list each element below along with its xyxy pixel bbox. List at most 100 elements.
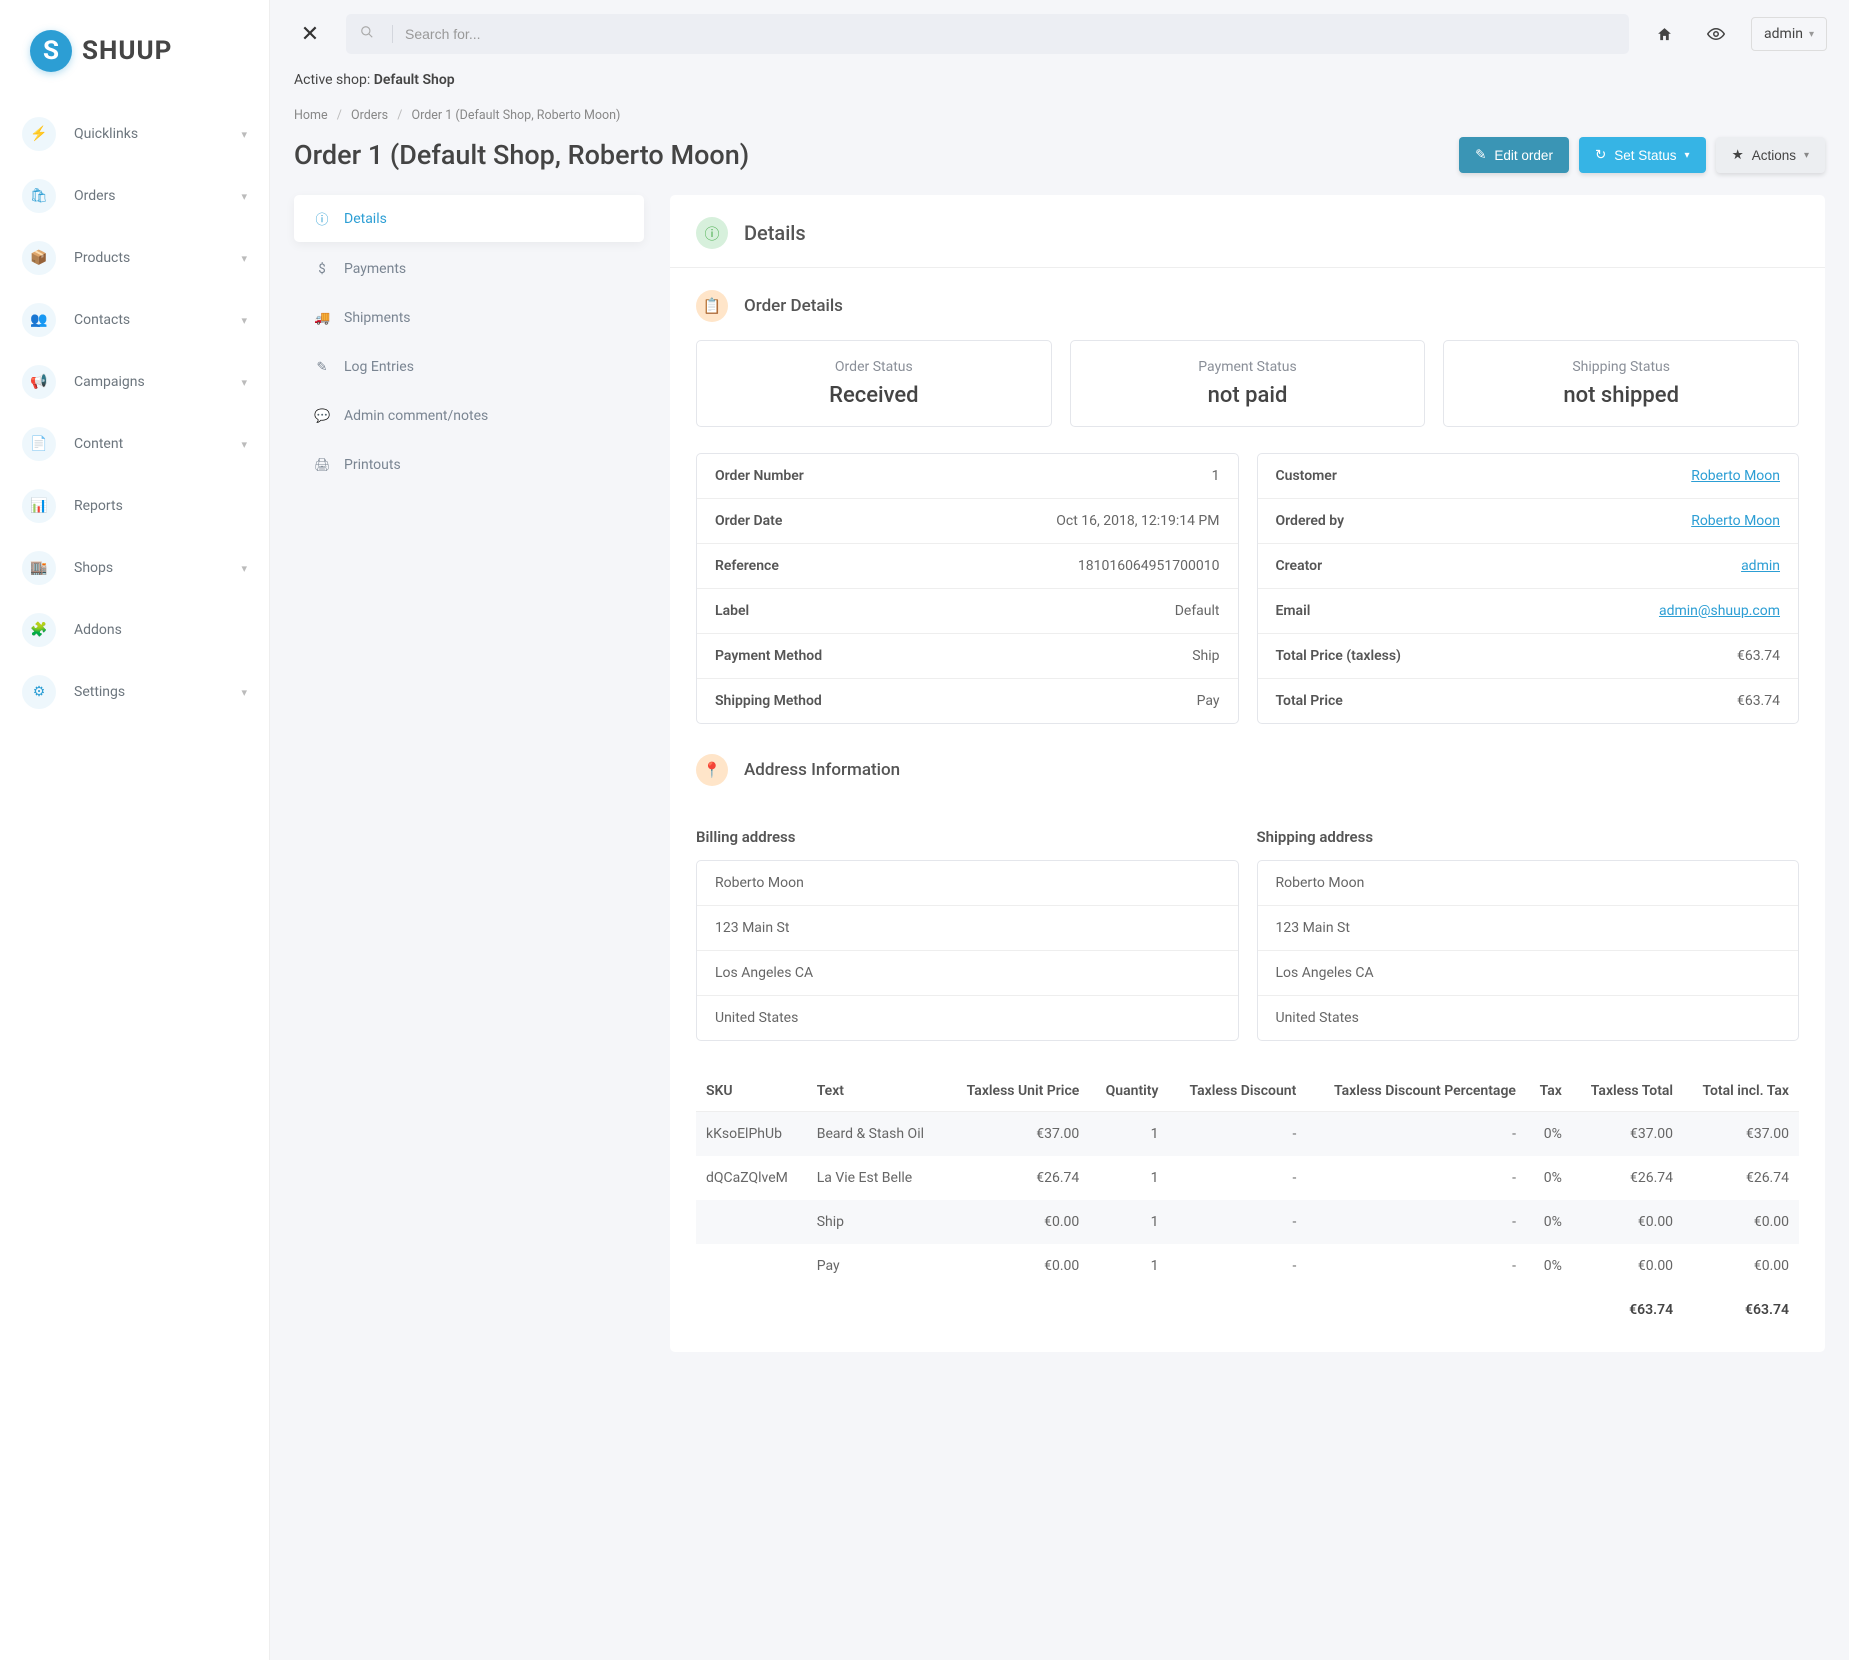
info-key: Shipping Method bbox=[715, 693, 822, 709]
status-card-payment: Payment Status not paid bbox=[1070, 340, 1426, 427]
col-disc: Taxless Discount bbox=[1168, 1071, 1306, 1112]
address-line: 123 Main St bbox=[1258, 906, 1799, 951]
dollar-icon: $ bbox=[314, 262, 330, 277]
sidebar: S SHUUP ⚡Quicklinks▾🛍Orders▾📦Products▾👥C… bbox=[0, 0, 270, 1660]
status-value: not paid bbox=[1089, 383, 1407, 408]
nav-list: ⚡Quicklinks▾🛍Orders▾📦Products▾👥Contacts▾… bbox=[0, 97, 269, 729]
info-val: €63.74 bbox=[1737, 693, 1780, 709]
status-row: Order Status Received Payment Status not… bbox=[696, 340, 1799, 427]
cell-disc: - bbox=[1168, 1200, 1306, 1244]
order-lines: SKU Text Taxless Unit Price Quantity Tax… bbox=[696, 1071, 1799, 1332]
sidebar-item-reports[interactable]: 📊Reports bbox=[0, 475, 269, 537]
topbar: ✕ admin ▾ bbox=[270, 0, 1849, 54]
logo-text: SHUUP bbox=[82, 36, 172, 66]
search-input[interactable] bbox=[405, 26, 1615, 42]
sidebar-item-settings[interactable]: ⚙Settings▾ bbox=[0, 661, 269, 723]
cell-sku: dQCaZQlveM bbox=[696, 1156, 807, 1200]
address-line: 123 Main St bbox=[697, 906, 1238, 951]
sidebar-item-quicklinks[interactable]: ⚡Quicklinks▾ bbox=[0, 103, 269, 165]
info-val: Pay bbox=[1197, 693, 1220, 709]
subnav-label: Log Entries bbox=[344, 359, 414, 375]
subnav-log-entries[interactable]: ✎ Log Entries bbox=[294, 345, 644, 389]
cell-pct: - bbox=[1306, 1200, 1526, 1244]
star-icon: ★ bbox=[1732, 147, 1744, 163]
nav-label: Shops bbox=[74, 560, 241, 576]
address-line: Roberto Moon bbox=[697, 861, 1238, 906]
creator-link[interactable]: admin bbox=[1741, 558, 1780, 574]
sidebar-item-products[interactable]: 📦Products▾ bbox=[0, 227, 269, 289]
home-icon[interactable] bbox=[1647, 17, 1681, 51]
nav-icon: 📄 bbox=[22, 427, 56, 461]
sidebar-item-shops[interactable]: 🏬Shops▾ bbox=[0, 537, 269, 599]
close-icon[interactable]: ✕ bbox=[292, 16, 328, 52]
subnav-label: Details bbox=[344, 211, 387, 227]
nav-icon: 📢 bbox=[22, 365, 56, 399]
cell-pct: - bbox=[1306, 1244, 1526, 1288]
details-panel: ⓘ Details 📋 Order Details Order Status R… bbox=[670, 195, 1825, 1352]
subnav-admin-notes[interactable]: 💬 Admin comment/notes bbox=[294, 394, 644, 438]
cell-text: Pay bbox=[807, 1244, 945, 1288]
cell-text: Ship bbox=[807, 1200, 945, 1244]
user-dropdown[interactable]: admin ▾ bbox=[1751, 17, 1827, 51]
sidebar-item-addons[interactable]: 🧩Addons bbox=[0, 599, 269, 661]
shipping-address-table: Roberto Moon123 Main StLos Angeles CAUni… bbox=[1257, 860, 1800, 1041]
col-text: Text bbox=[807, 1071, 945, 1112]
status-value: Received bbox=[715, 383, 1033, 408]
nav-icon: 👥 bbox=[22, 303, 56, 337]
pin-icon: 📍 bbox=[696, 754, 728, 786]
main: ✕ admin ▾ Active shop: Default Shop bbox=[270, 0, 1849, 1660]
chevron-down-icon: ▾ bbox=[241, 252, 247, 265]
subnav-shipments[interactable]: 🚚 Shipments bbox=[294, 296, 644, 340]
cell-sku bbox=[696, 1200, 807, 1244]
customer-link[interactable]: Roberto Moon bbox=[1691, 468, 1780, 484]
status-card-shipping: Shipping Status not shipped bbox=[1443, 340, 1799, 427]
section-subtitle: Order Details bbox=[744, 296, 843, 316]
nav-icon: ⚡ bbox=[22, 117, 56, 151]
info-key: Total Price (taxless) bbox=[1276, 648, 1401, 664]
crumb-home[interactable]: Home bbox=[294, 108, 328, 123]
subnav-printouts[interactable]: 🖨 Printouts bbox=[294, 443, 644, 487]
edit-order-button[interactable]: ✎ Edit order bbox=[1459, 137, 1569, 173]
page-actions: ✎ Edit order ↻ Set Status ▾ ★ Actions ▾ bbox=[1459, 137, 1825, 173]
sidebar-item-campaigns[interactable]: 📢Campaigns▾ bbox=[0, 351, 269, 413]
subnav-details[interactable]: ⓘ Details bbox=[294, 195, 644, 242]
info-val: Default bbox=[1175, 603, 1220, 619]
set-status-button[interactable]: ↻ Set Status ▾ bbox=[1579, 137, 1706, 173]
cell-sku bbox=[696, 1244, 807, 1288]
col-qty: Quantity bbox=[1089, 1071, 1168, 1112]
logo[interactable]: S SHUUP bbox=[0, 0, 269, 97]
address-line: Los Angeles CA bbox=[697, 951, 1238, 996]
subnav-payments[interactable]: $ Payments bbox=[294, 247, 644, 291]
nav-icon: ⚙ bbox=[22, 675, 56, 709]
sidebar-item-orders[interactable]: 🛍Orders▾ bbox=[0, 165, 269, 227]
cell-total: €0.00 bbox=[1683, 1200, 1799, 1244]
info-val: €63.74 bbox=[1737, 648, 1780, 664]
nav-icon: 📊 bbox=[22, 489, 56, 523]
cell-tax: 0% bbox=[1526, 1244, 1572, 1288]
subnav-label: Shipments bbox=[344, 310, 411, 326]
search-field[interactable] bbox=[346, 14, 1629, 54]
set-status-label: Set Status bbox=[1614, 148, 1676, 163]
email-link[interactable]: admin@shuup.com bbox=[1659, 603, 1780, 619]
crumb-orders[interactable]: Orders bbox=[351, 108, 388, 123]
sidebar-item-content[interactable]: 📄Content▾ bbox=[0, 413, 269, 475]
pencil-icon: ✎ bbox=[314, 360, 330, 375]
sidebar-item-contacts[interactable]: 👥Contacts▾ bbox=[0, 289, 269, 351]
address-line: Los Angeles CA bbox=[1258, 951, 1799, 996]
logo-mark-icon: S bbox=[30, 30, 72, 72]
chevron-down-icon: ▾ bbox=[241, 128, 247, 141]
address-line: Roberto Moon bbox=[1258, 861, 1799, 906]
eye-icon[interactable] bbox=[1699, 17, 1733, 51]
cell-total: €0.00 bbox=[1683, 1244, 1799, 1288]
ordered-by-link[interactable]: Roberto Moon bbox=[1691, 513, 1780, 529]
cell-pct: - bbox=[1306, 1156, 1526, 1200]
page-header: Order 1 (Default Shop, Roberto Moon) ✎ E… bbox=[270, 123, 1849, 195]
col-sku: SKU bbox=[696, 1071, 807, 1112]
search-divider bbox=[392, 25, 393, 43]
info-key: Label bbox=[715, 603, 749, 619]
subnav: ⓘ Details $ Payments 🚚 Shipments ✎ Log E… bbox=[294, 195, 644, 1352]
subnav-label: Printouts bbox=[344, 457, 401, 473]
table-row: kKsoElPhUbBeard & Stash Oil€37.001--0%€3… bbox=[696, 1112, 1799, 1157]
actions-button[interactable]: ★ Actions ▾ bbox=[1716, 137, 1825, 173]
status-card-order: Order Status Received bbox=[696, 340, 1052, 427]
